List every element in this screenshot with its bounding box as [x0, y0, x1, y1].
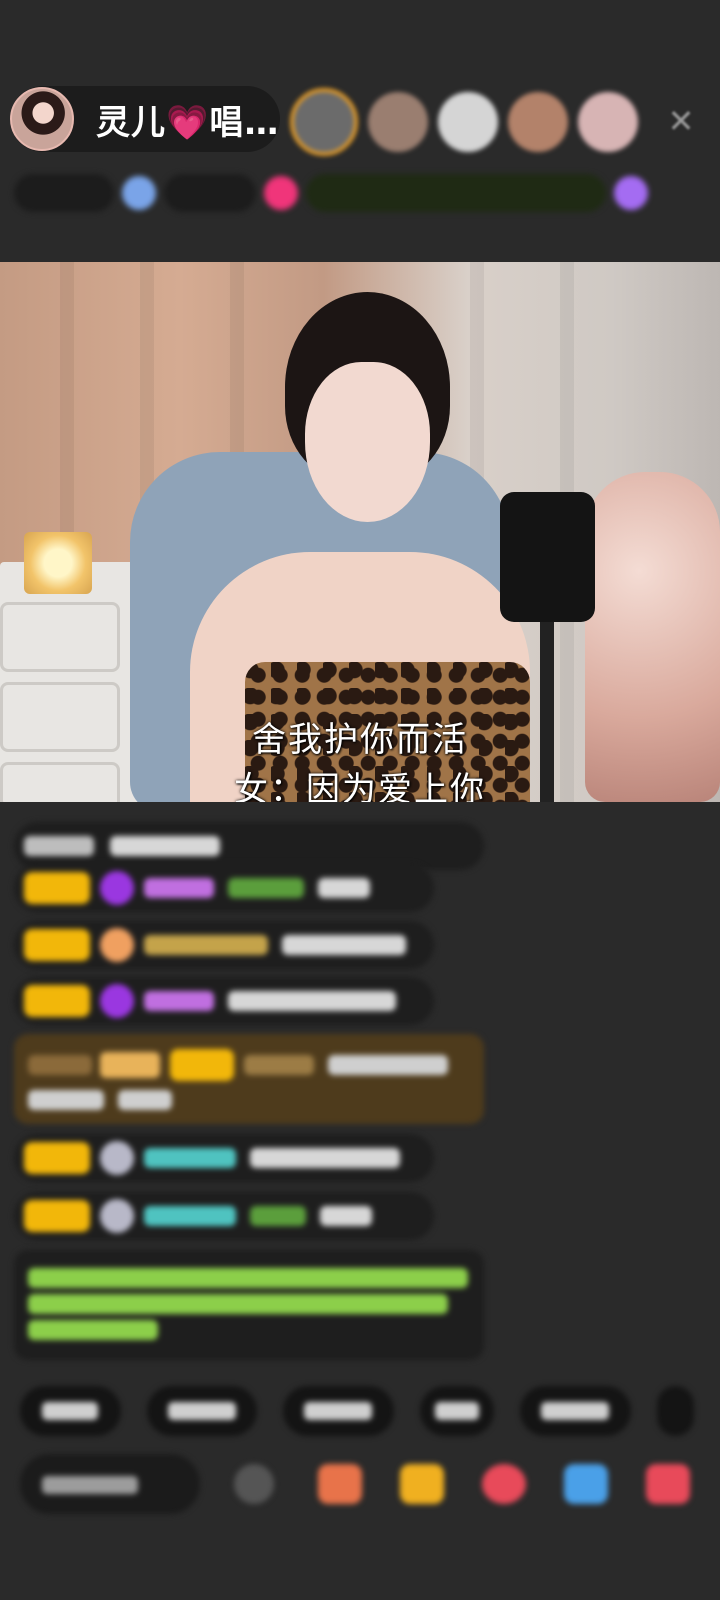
bottom-toolbar	[20, 1454, 720, 1514]
chat-input[interactable]	[20, 1454, 200, 1514]
room-badge-icon	[122, 176, 156, 210]
viewer-avatar-3[interactable]	[438, 92, 498, 152]
chat-message	[14, 822, 484, 870]
room-stat-pill[interactable]	[164, 174, 256, 212]
lyrics-line-1: 舍我护你而活	[252, 720, 468, 760]
chat-message	[14, 1192, 434, 1240]
chat-message	[14, 1134, 434, 1182]
room-rank-pill[interactable]	[14, 174, 114, 212]
room-info-row	[14, 170, 704, 216]
gift-icon[interactable]	[482, 1464, 526, 1504]
close-icon[interactable]: ✕	[664, 104, 698, 138]
quick-reply-chip[interactable]	[419, 1386, 495, 1436]
gift-message	[14, 1034, 484, 1124]
quick-reply-chip[interactable]	[520, 1386, 631, 1436]
chat-message	[14, 921, 434, 969]
system-notice	[14, 1250, 484, 1360]
gift-rank-icon[interactable]	[264, 176, 298, 210]
host-info-pill[interactable]: 灵儿💗唱…	[10, 86, 280, 152]
viewer-avatar-4[interactable]	[508, 92, 568, 152]
quick-reply-chip[interactable]	[656, 1386, 695, 1436]
viewer-avatar-2[interactable]	[368, 92, 428, 152]
more-icon[interactable]	[646, 1464, 690, 1504]
emoji-icon[interactable]	[234, 1464, 274, 1504]
chat-message	[14, 977, 434, 1025]
viewer-avatar-5[interactable]	[578, 92, 638, 152]
fan-club-icon[interactable]	[318, 1464, 362, 1504]
quick-reply-chip[interactable]	[146, 1386, 258, 1436]
viewer-avatar-1[interactable]	[290, 88, 358, 156]
activity-icon[interactable]	[614, 176, 648, 210]
streamer-face	[305, 362, 430, 522]
gift-box-icon[interactable]	[400, 1464, 444, 1504]
game-icon[interactable]	[564, 1464, 608, 1504]
lyrics-line-2: 女：因为爱上你	[234, 770, 486, 802]
microphone	[500, 492, 595, 622]
quick-reply-chip[interactable]	[283, 1386, 394, 1436]
chat-message	[14, 864, 434, 912]
quick-reply-row	[20, 1386, 720, 1436]
host-avatar[interactable]	[10, 87, 74, 151]
room-tag-pill[interactable]	[306, 174, 606, 212]
host-name: 灵儿💗唱…	[96, 102, 280, 143]
top-viewers-row	[290, 88, 648, 156]
live-video[interactable]: 舍我护你而活 女：因为爱上你	[0, 262, 720, 802]
quick-reply-chip[interactable]	[20, 1386, 121, 1436]
lamp	[24, 532, 92, 594]
